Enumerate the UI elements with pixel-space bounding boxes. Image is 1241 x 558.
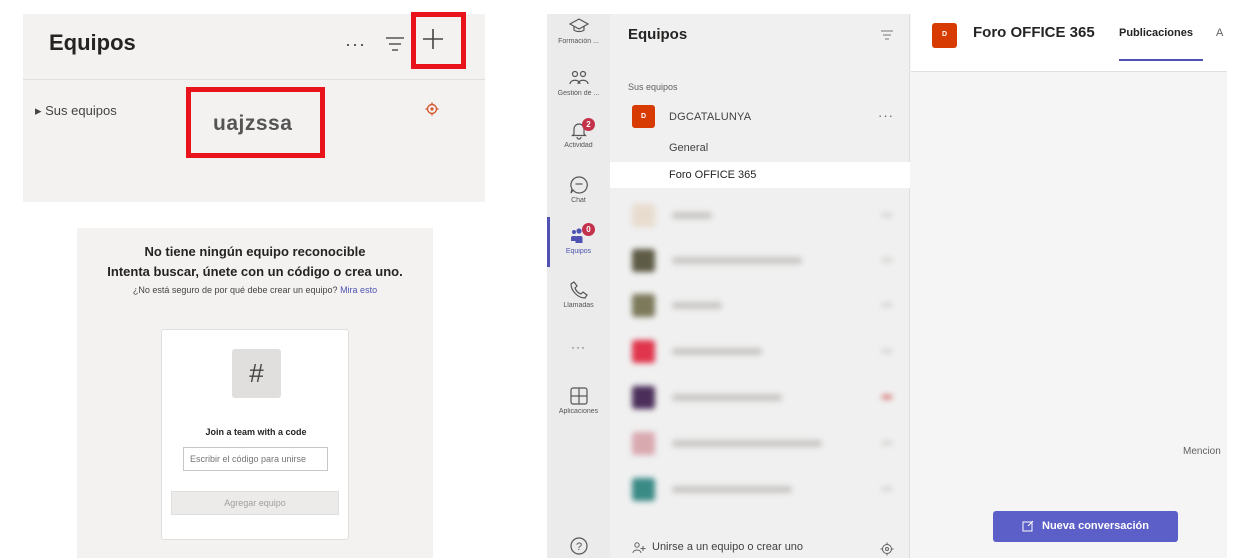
people-group-icon bbox=[568, 70, 589, 85]
channel-title: Foro OFFICE 365 bbox=[973, 24, 1095, 41]
settings-gear-icon[interactable] bbox=[425, 102, 439, 116]
join-with-code-card: # Join a team with a code Agregar equipo bbox=[161, 329, 349, 540]
equipos-header-panel: Equipos ··· ▸ Sus equipos uajzssa bbox=[23, 12, 485, 202]
add-team-button[interactable]: Agregar equipo bbox=[171, 491, 339, 515]
team-name-dgcatalunya[interactable]: DGCATALUNYA bbox=[669, 111, 751, 123]
teams-list-pane: Equipos Sus equipos D DGCATALUNYA ··· Ge… bbox=[610, 14, 910, 558]
compose-icon bbox=[1022, 520, 1034, 532]
activity-badge: 2 bbox=[582, 118, 595, 131]
rail-label: Equipos bbox=[565, 248, 592, 255]
equipos-title: Equipos bbox=[49, 30, 136, 55]
more-icon bbox=[882, 487, 892, 491]
team-avatar bbox=[632, 478, 655, 501]
more-icon bbox=[882, 303, 892, 307]
list-item[interactable] bbox=[632, 432, 900, 456]
team-name-redacted bbox=[672, 302, 722, 309]
rail-help-button[interactable]: ? bbox=[547, 536, 610, 556]
teams-badge: 0 bbox=[582, 223, 595, 236]
active-tab-underline bbox=[1119, 59, 1203, 61]
team-avatar bbox=[632, 294, 655, 317]
new-conversation-label: Nueva conversación bbox=[1042, 520, 1149, 532]
join-team-people-icon bbox=[632, 542, 646, 554]
teams-window: Formación ... Gestión de ... 2 Actividad bbox=[547, 14, 1227, 558]
filter-icon[interactable] bbox=[385, 36, 405, 52]
team-avatar bbox=[632, 386, 655, 409]
team-avatar bbox=[632, 432, 655, 455]
help-text: ¿No está seguro de por qué debe crear un… bbox=[132, 285, 338, 295]
rail-item-actividad[interactable]: 2 Actividad bbox=[547, 118, 610, 149]
mention-text: Mencion bbox=[1183, 446, 1221, 457]
new-conversation-button[interactable]: Nueva conversación bbox=[993, 511, 1178, 542]
list-item[interactable] bbox=[632, 478, 900, 502]
section-label-sus-equipos: Sus equipos bbox=[628, 82, 678, 92]
channel-header bbox=[911, 14, 1227, 72]
rail-item-chat[interactable]: Chat bbox=[547, 175, 610, 204]
apps-grid-icon bbox=[569, 387, 588, 405]
empty-heading-line1: No tiene ningún equipo reconocible bbox=[144, 244, 366, 259]
rail-label: Formación ... bbox=[558, 38, 599, 45]
help-text-line: ¿No está seguro de por qué debe crear un… bbox=[77, 285, 433, 295]
team-name-redacted bbox=[672, 486, 792, 493]
more-options-button[interactable]: ··· bbox=[345, 34, 366, 55]
team-avatar bbox=[632, 204, 655, 227]
teams-list-title: Equipos bbox=[628, 26, 688, 43]
filter-icon[interactable] bbox=[880, 29, 894, 41]
more-icon bbox=[882, 441, 892, 445]
empty-state-panel: No tiene ningún equipo reconocible Inten… bbox=[77, 228, 433, 558]
sus-equipos-tree-item[interactable]: ▸ Sus equipos bbox=[35, 103, 117, 119]
channel-foro-office365[interactable]: Foro OFFICE 365 bbox=[669, 169, 756, 181]
list-item[interactable] bbox=[632, 249, 900, 273]
team-more-options-button[interactable]: ··· bbox=[878, 108, 894, 123]
more-icon bbox=[882, 395, 892, 399]
rail-label: Actividad bbox=[564, 142, 593, 149]
rail-item-aplicaciones[interactable]: Aplicaciones bbox=[547, 386, 610, 415]
team-name-redacted bbox=[672, 257, 802, 264]
empty-heading-line2: Intenta buscar, únete con un código o cr… bbox=[107, 264, 403, 279]
more-icon bbox=[882, 349, 892, 353]
channel-pane: D Foro OFFICE 365 Publicaciones A Mencio… bbox=[911, 14, 1227, 558]
phone-icon bbox=[569, 281, 588, 299]
list-item[interactable] bbox=[632, 386, 900, 410]
channel-general[interactable]: General bbox=[669, 142, 708, 154]
team-avatar[interactable]: D bbox=[632, 105, 655, 128]
rail-more-apps[interactable]: ··· bbox=[547, 340, 610, 354]
rail-label: Llamadas bbox=[563, 302, 594, 309]
rail-label: Aplicaciones bbox=[558, 408, 599, 415]
list-item[interactable] bbox=[632, 294, 900, 318]
team-name-redacted bbox=[672, 394, 782, 401]
join-card-title: Join a team with a code bbox=[205, 427, 307, 437]
help-link[interactable]: Mira esto bbox=[340, 285, 377, 295]
tab-next-truncated[interactable]: A bbox=[1216, 27, 1223, 39]
rail-item-gestion[interactable]: Gestión de ... bbox=[547, 68, 610, 97]
team-avatar bbox=[632, 249, 655, 272]
team-name-redacted bbox=[672, 212, 712, 219]
team-name-redacted bbox=[672, 348, 762, 355]
team-code-input[interactable] bbox=[183, 447, 328, 471]
team-name-redacted bbox=[672, 440, 822, 447]
app-rail: Formación ... Gestión de ... 2 Actividad bbox=[547, 14, 610, 558]
team-avatar bbox=[632, 340, 655, 363]
plus-highlight-box bbox=[411, 12, 466, 69]
join-or-create-team-link[interactable]: Unirse a un equipo o crear uno bbox=[652, 541, 803, 553]
settings-gear-icon[interactable] bbox=[880, 542, 894, 556]
channel-selected-row[interactable] bbox=[610, 162, 910, 188]
rail-label: Gestión de ... bbox=[557, 90, 600, 97]
list-item[interactable] bbox=[632, 204, 900, 228]
hashtag-icon: # bbox=[232, 349, 281, 398]
svg-text:?: ? bbox=[575, 541, 581, 553]
more-icon bbox=[882, 258, 892, 262]
tab-publicaciones[interactable]: Publicaciones bbox=[1119, 27, 1193, 39]
team-code-text: uajzssa bbox=[213, 112, 293, 135]
rail-item-formacion[interactable]: Formación ... bbox=[547, 16, 610, 45]
rail-label: Chat bbox=[571, 197, 586, 204]
chat-icon bbox=[569, 176, 588, 194]
list-item[interactable] bbox=[632, 340, 900, 364]
channel-team-avatar: D bbox=[932, 23, 957, 48]
graduation-cap-icon bbox=[568, 18, 589, 33]
more-icon bbox=[882, 213, 892, 217]
help-circle-icon: ? bbox=[569, 537, 588, 555]
rail-item-llamadas[interactable]: Llamadas bbox=[547, 280, 610, 309]
rail-item-equipos[interactable]: 0 Equipos bbox=[547, 223, 610, 255]
